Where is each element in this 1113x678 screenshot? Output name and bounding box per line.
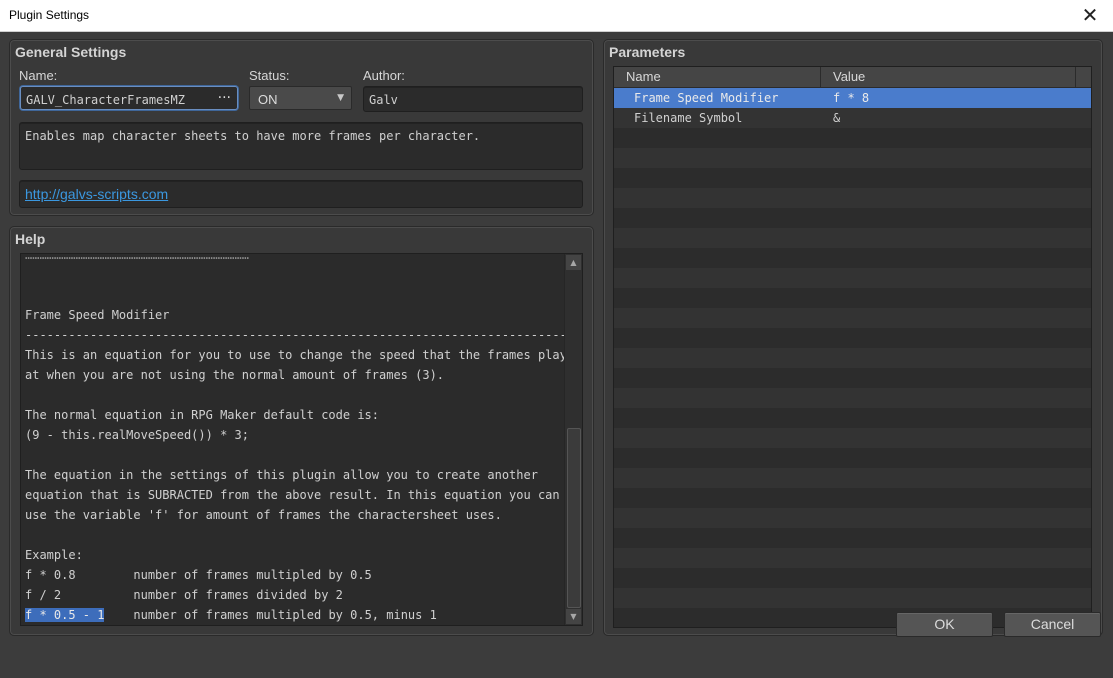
name-label: Name: <box>19 68 58 83</box>
table-stripe <box>614 208 1091 228</box>
table-stripe <box>614 168 1091 188</box>
table-stripe <box>614 468 1091 488</box>
help-scrollbar[interactable]: ▲ ▼ <box>564 254 582 625</box>
help-line: equation that is SUBRACTED from the abov… <box>25 488 560 502</box>
table-stripe <box>614 568 1091 588</box>
author-label: Author: <box>363 68 405 83</box>
url-link[interactable]: http://galvs-scripts.com <box>25 186 168 202</box>
status-select[interactable]: ON ▼ <box>249 86 352 110</box>
help-line: Frame Speed Modifier <box>25 308 170 322</box>
help-line-selected: f * 0.5 - 1 number of frames multipled b… <box>25 608 437 622</box>
general-settings-title: General Settings <box>15 44 127 60</box>
help-line: The normal equation in RPG Maker default… <box>25 408 380 422</box>
scroll-thumb[interactable] <box>567 428 581 608</box>
browse-button[interactable]: ··· <box>218 90 231 106</box>
close-icon[interactable]: ✕ <box>1067 0 1113 31</box>
help-line: Example: <box>25 548 83 562</box>
table-stripe <box>614 128 1091 148</box>
column-header-value[interactable]: Value <box>821 67 1076 87</box>
table-stripe <box>614 288 1091 308</box>
scroll-down-icon[interactable]: ▼ <box>566 609 581 624</box>
parameters-table: Name Value Frame Speed Modifier f * 8 Fi… <box>613 66 1092 628</box>
name-field[interactable]: GALV_CharacterFramesMZ ··· <box>20 86 238 110</box>
scroll-up-icon[interactable]: ▲ <box>566 255 581 270</box>
table-stripe <box>614 508 1091 528</box>
table-stripe <box>614 148 1091 168</box>
table-stripe <box>614 348 1091 368</box>
table-stripe <box>614 308 1091 328</box>
table-stripe <box>614 268 1091 288</box>
ok-button[interactable]: OK <box>896 612 993 637</box>
chevron-down-icon: ▼ <box>337 93 344 103</box>
column-header-name[interactable]: Name <box>614 67 821 87</box>
table-stripe <box>614 428 1091 448</box>
url-field[interactable]: http://galvs-scripts.com <box>19 180 583 208</box>
help-line: ………………………………………………………………………………… <box>25 253 249 262</box>
help-line: use the variable 'f' for amount of frame… <box>25 508 502 522</box>
table-row[interactable]: Frame Speed Modifier f * 8 <box>614 88 1091 108</box>
table-stripe <box>614 228 1091 248</box>
help-line: at when you are not using the normal amo… <box>25 368 445 382</box>
description-field[interactable]: Enables map character sheets to have mor… <box>19 122 583 170</box>
table-stripe <box>614 368 1091 388</box>
help-line: ----------------------------------------… <box>25 328 582 342</box>
help-line: The equation in the settings of this plu… <box>25 468 538 482</box>
title-bar: Plugin Settings ✕ <box>0 0 1113 32</box>
general-settings-group: General Settings Name: GALV_CharacterFra… <box>9 39 594 216</box>
parameters-group: Parameters Name Value Frame Speed Modifi… <box>603 39 1103 636</box>
help-title: Help <box>15 231 46 247</box>
table-stripe <box>614 408 1091 428</box>
author-field[interactable]: Galv <box>363 86 583 112</box>
table-stripe <box>614 248 1091 268</box>
table-stripe <box>614 548 1091 568</box>
table-stripe <box>614 328 1091 348</box>
table-stripe <box>614 388 1091 408</box>
help-text[interactable]: ………………………………………………………………………………… Frame Sp… <box>20 253 583 626</box>
table-stripe <box>614 588 1091 608</box>
help-line: This is an equation for you to use to ch… <box>25 348 567 362</box>
help-line: f * 0.8 number of frames multipled by 0.… <box>25 568 372 582</box>
cancel-button[interactable]: Cancel <box>1004 612 1101 637</box>
help-group: Help ………………………………………………………………………………… Fra… <box>9 226 594 636</box>
parameters-title: Parameters <box>609 44 686 60</box>
help-line: f / 2 number of frames divided by 2 <box>25 588 343 602</box>
table-header: Name Value <box>614 67 1091 88</box>
help-line: (9 - this.realMoveSpeed()) * 3; <box>25 428 249 442</box>
table-stripe <box>614 528 1091 548</box>
table-stripe <box>614 488 1091 508</box>
table-stripe <box>614 188 1091 208</box>
window-title: Plugin Settings <box>9 8 90 22</box>
selected-text: f * 0.5 - 1 <box>25 608 105 622</box>
table-stripe <box>614 448 1091 468</box>
table-row[interactable]: Filename Symbol & <box>614 108 1091 128</box>
status-label: Status: <box>249 68 290 83</box>
